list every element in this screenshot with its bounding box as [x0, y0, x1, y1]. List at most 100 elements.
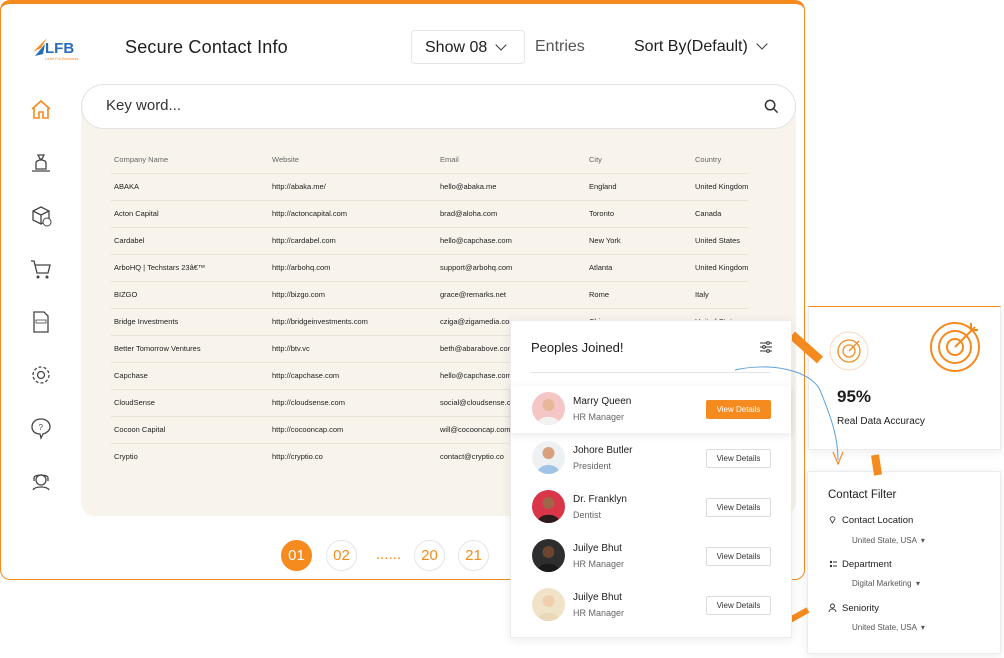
- cell-website[interactable]: http://capchase.com: [269, 361, 437, 389]
- support-agent-icon[interactable]: [29, 469, 53, 493]
- view-details-button[interactable]: View Details: [706, 596, 771, 615]
- search-icon[interactable]: [764, 99, 779, 114]
- cell-company: Cryptio: [111, 442, 269, 470]
- settings-gear-icon[interactable]: [29, 363, 53, 387]
- avatar: [532, 392, 565, 425]
- help-bubble-icon[interactable]: ?: [29, 416, 53, 440]
- cell-company: Cardabel: [111, 226, 269, 254]
- column-header-website: Website: [272, 154, 299, 164]
- filter-sliders-icon[interactable]: [759, 340, 773, 354]
- cell-email[interactable]: hello@capchase.com: [437, 226, 586, 254]
- page-title: Secure Contact Info: [125, 37, 288, 57]
- table-row[interactable]: BIZGO http://bizgo.com grace@remarks.net Ro…: [111, 280, 749, 308]
- chevron-down-icon: [756, 38, 768, 50]
- lfb-logo: LFB Lead For Business: [33, 38, 78, 61]
- person-role: Dentist: [573, 510, 602, 520]
- cell-website[interactable]: http://bridgeinvestments.com: [269, 307, 437, 335]
- cell-country: Italy: [692, 280, 749, 308]
- cell-city: Atlanta: [586, 253, 692, 281]
- cell-company: Capchase: [111, 361, 269, 389]
- table-row[interactable]: Cardabel http://cardabel.com hello@capchas…: [111, 226, 749, 254]
- person-name: Juilye Bhut: [573, 592, 622, 603]
- page-button-21[interactable]: 21: [458, 540, 489, 571]
- cell-company: Cocoon Capital: [111, 415, 269, 443]
- peoples-joined-title: Peoples Joined!: [531, 340, 624, 355]
- person-row[interactable]: Juilye Bhut HR Manager View Details: [511, 533, 791, 580]
- page-button-02[interactable]: 02: [326, 540, 357, 571]
- cell-city: Rome: [586, 280, 692, 308]
- table-header-row: Company Name Website Email City Country: [111, 146, 748, 173]
- cell-email[interactable]: grace@remarks.net: [437, 280, 586, 308]
- cell-email[interactable]: brad@aloha.com: [437, 199, 586, 227]
- show-entries-select[interactable]: Show 08: [411, 30, 525, 64]
- person-role: HR Manager: [573, 412, 625, 422]
- cell-country: United Kingdom: [692, 253, 749, 281]
- cell-email[interactable]: hello@abaka.me: [437, 172, 586, 200]
- entries-label: Entries: [535, 38, 585, 55]
- cell-website[interactable]: http://arbohq.com: [269, 253, 437, 281]
- sidebar: ?: [29, 98, 55, 522]
- view-details-button[interactable]: View Details: [706, 498, 771, 517]
- column-header-company: Company Name: [114, 154, 169, 164]
- search-input[interactable]: [106, 97, 706, 114]
- table-row[interactable]: ABAKA http://abaka.me/hello@abaka.me Engla…: [111, 172, 749, 200]
- target-icon: [930, 322, 980, 372]
- cell-city: New York: [586, 226, 692, 254]
- cell-company: Better Tomorrow Ventures: [111, 334, 269, 362]
- avatar: [532, 539, 565, 572]
- package-check-icon[interactable]: [29, 204, 53, 228]
- search-bar[interactable]: [81, 84, 796, 129]
- curved-arrow: [734, 366, 844, 466]
- person-row[interactable]: Juilye Bhut HR Manager View Details: [511, 582, 791, 629]
- cell-website[interactable]: http://bizgo.com: [269, 280, 437, 308]
- person-row[interactable]: Dr. Franklyn Dentist View Details: [511, 484, 791, 531]
- cell-website[interactable]: http://cocooncap.com: [269, 415, 437, 443]
- person-name: Johore Butler: [573, 445, 633, 456]
- column-header-city: City: [589, 154, 602, 164]
- page-button-01[interactable]: 01: [281, 540, 312, 571]
- view-details-button[interactable]: View Details: [706, 547, 771, 566]
- table-row[interactable]: ArboHQ | Techstars 23â€™ http://arbohq.co…: [111, 253, 749, 281]
- cell-website[interactable]: http://cryptio.co: [269, 442, 437, 470]
- column-header-email: Email: [440, 154, 459, 164]
- home-icon[interactable]: [29, 98, 53, 122]
- cell-website[interactable]: http://cloudsense.com: [269, 388, 437, 416]
- table-row[interactable]: Acton Capital http://actoncapital.com brad…: [111, 199, 749, 227]
- cell-company: Acton Capital: [111, 199, 269, 227]
- cell-email[interactable]: support@arbohq.com: [437, 253, 586, 281]
- invoice-icon[interactable]: [29, 310, 53, 334]
- cell-website[interactable]: http://btv.vc: [269, 334, 437, 362]
- svg-text:Lead For Business: Lead For Business: [45, 56, 78, 61]
- column-header-country: Country: [695, 154, 722, 164]
- chevron-down-icon: [495, 39, 507, 51]
- cell-country: Canada: [692, 199, 749, 227]
- sort-value: Sort By(Default): [634, 38, 748, 55]
- cell-company: BIZGO: [111, 280, 269, 308]
- cell-website[interactable]: http://cardabel.com: [269, 226, 437, 254]
- cell-company: Bridge Investments: [111, 307, 269, 335]
- person-role: President: [573, 461, 612, 471]
- cell-city: Toronto: [586, 199, 692, 227]
- svg-text:LFB: LFB: [45, 40, 74, 57]
- avatar: [532, 490, 565, 523]
- person-role: HR Manager: [573, 608, 625, 618]
- cell-website[interactable]: http://abaka.me/: [269, 172, 437, 200]
- cell-city: England: [586, 172, 692, 200]
- svg-text:?: ?: [39, 423, 44, 432]
- cell-country: United States: [692, 226, 749, 254]
- person-name: Dr. Franklyn: [573, 494, 627, 505]
- avatar: [532, 441, 565, 474]
- shopping-cart-icon[interactable]: [29, 257, 53, 281]
- cell-website[interactable]: http://actoncapital.com: [269, 199, 437, 227]
- show-entries-value: Show 08: [425, 39, 488, 56]
- cell-company: ArboHQ | Techstars 23â€™: [111, 253, 269, 281]
- pagination-ellipsis: ......: [376, 546, 402, 563]
- money-bag-icon[interactable]: [29, 151, 53, 175]
- person-name: Marry Queen: [573, 396, 632, 407]
- page-button-20[interactable]: 20: [414, 540, 445, 571]
- sort-select[interactable]: Sort By(Default): [634, 38, 768, 56]
- cell-country: United Kingdom: [692, 172, 749, 200]
- cell-company: CloudSense: [111, 388, 269, 416]
- person-name: Juilye Bhut: [573, 543, 622, 554]
- person-role: HR Manager: [573, 559, 625, 569]
